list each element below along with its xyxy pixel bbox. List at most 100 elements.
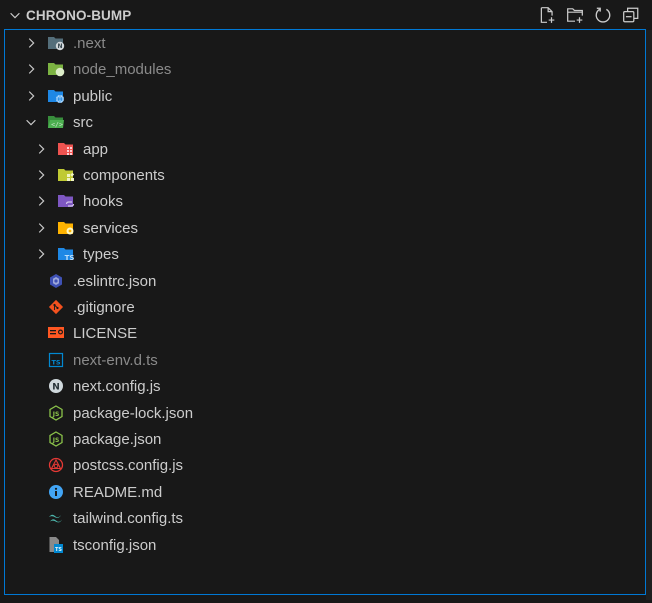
svg-text:N: N	[57, 43, 62, 50]
twistie-spacer	[23, 484, 39, 500]
svg-text:TS: TS	[55, 547, 62, 553]
refresh-button[interactable]	[592, 4, 614, 26]
svg-text:TS: TS	[65, 254, 75, 262]
twistie-spacer	[23, 537, 39, 553]
chevron-right-icon[interactable]	[33, 246, 49, 262]
typescript-def-icon: TS	[47, 351, 65, 369]
file-item[interactable]: LICENSE	[5, 320, 652, 346]
item-label: services	[83, 219, 139, 237]
folder-public-icon	[47, 87, 65, 105]
file-item[interactable]: TS tsconfig.json	[5, 532, 652, 558]
item-label: next-env.d.ts	[73, 351, 158, 369]
folder-node-icon	[47, 60, 65, 78]
svg-text:JS: JS	[52, 411, 60, 418]
explorer-header[interactable]: CHRONO-BUMP	[0, 0, 652, 30]
chevron-down-icon[interactable]	[23, 114, 39, 130]
chevron-right-icon[interactable]	[33, 220, 49, 236]
chevron-right-icon[interactable]	[33, 167, 49, 183]
folder-item[interactable]: public	[5, 83, 652, 109]
postcss-icon	[47, 456, 65, 474]
file-item[interactable]: JS package-lock.json	[5, 400, 652, 426]
file-item[interactable]: TS next-env.d.ts	[5, 347, 652, 373]
item-label: README.md	[73, 483, 163, 501]
folder-item[interactable]: node_modules	[5, 56, 652, 82]
new-file-icon	[540, 7, 555, 23]
item-label: hooks	[83, 192, 124, 210]
file-item[interactable]: Nnext.config.js	[5, 373, 652, 399]
nextjs-icon: N	[47, 377, 65, 395]
item-label: package-lock.json	[73, 404, 194, 422]
file-item[interactable]: postcss.config.js	[5, 452, 652, 478]
file-tree: N .next node_modules public </> src app com…	[4, 29, 646, 595]
folder-app-icon	[57, 140, 75, 158]
folder-item[interactable]: TS types	[5, 241, 652, 267]
folder-components-icon	[57, 166, 75, 184]
item-label: .next	[73, 34, 106, 52]
item-label: .gitignore	[73, 298, 135, 316]
item-label: types	[83, 245, 119, 263]
item-label: public	[73, 87, 113, 105]
folder-next-icon: N	[47, 34, 65, 52]
item-label: components	[83, 166, 165, 184]
eslint-icon	[47, 272, 65, 290]
item-label: node_modules	[73, 60, 172, 78]
folder-item[interactable]: N .next	[5, 30, 652, 56]
chevron-right-icon[interactable]	[23, 35, 39, 51]
chevron-right-icon[interactable]	[33, 141, 49, 157]
item-label: tailwind.config.ts	[73, 509, 184, 527]
item-label: tsconfig.json	[73, 536, 157, 554]
new-folder-icon	[567, 8, 583, 23]
file-item[interactable]: README.md	[5, 479, 652, 505]
info-icon	[47, 483, 65, 501]
folder-item[interactable]: components	[5, 162, 652, 188]
folder-item[interactable]: hooks	[5, 188, 652, 214]
file-item[interactable]: JS package.json	[5, 426, 652, 452]
twistie-spacer	[23, 273, 39, 289]
chevron-right-icon[interactable]	[23, 61, 39, 77]
chevron-right-icon[interactable]	[23, 88, 39, 104]
item-label: next.config.js	[73, 377, 161, 395]
twistie-spacer	[23, 352, 39, 368]
file-item[interactable]: .eslintrc.json	[5, 268, 652, 294]
twistie-spacer	[23, 431, 39, 447]
nodejs-icon: JS	[47, 404, 65, 422]
license-icon	[47, 324, 65, 342]
tailwind-icon	[47, 509, 65, 527]
svg-text:TS: TS	[51, 359, 60, 367]
git-icon	[47, 298, 65, 316]
twistie-spacer	[23, 457, 39, 473]
item-label: app	[83, 140, 109, 158]
refresh-icon	[595, 7, 611, 23]
twistie-spacer	[23, 299, 39, 315]
twistie-spacer	[23, 405, 39, 421]
twistie-spacer	[23, 378, 39, 394]
explorer-actions	[536, 4, 642, 26]
file-item[interactable]: .gitignore	[5, 294, 652, 320]
twistie-spacer	[23, 325, 39, 341]
nodejs-icon: JS	[47, 430, 65, 448]
collapse-all-button[interactable]	[620, 4, 642, 26]
folder-item[interactable]: app	[5, 136, 652, 162]
item-label: package.json	[73, 430, 162, 448]
folder-hooks-icon	[57, 192, 75, 210]
new-folder-button[interactable]	[564, 4, 586, 26]
svg-text:JS: JS	[52, 437, 60, 444]
collapse-all-icon	[623, 7, 639, 23]
svg-text:N: N	[52, 383, 60, 393]
item-label: LICENSE	[73, 324, 138, 342]
tsconfig-icon: TS	[47, 536, 65, 554]
folder-services-icon	[57, 219, 75, 237]
chevron-down-icon[interactable]	[4, 0, 26, 30]
folder-item[interactable]: services	[5, 215, 652, 241]
svg-text:</>: </>	[51, 121, 63, 129]
folder-item[interactable]: </> src	[5, 109, 652, 135]
twistie-spacer	[23, 510, 39, 526]
item-label: src	[73, 113, 93, 131]
item-label: .eslintrc.json	[73, 272, 157, 290]
file-item[interactable]: tailwind.config.ts	[5, 505, 652, 531]
item-label: postcss.config.js	[73, 456, 184, 474]
workspace-title: CHRONO-BUMP	[26, 7, 132, 23]
chevron-right-icon[interactable]	[33, 193, 49, 209]
new-file-button[interactable]	[536, 4, 558, 26]
folder-types-icon: TS	[57, 245, 75, 263]
